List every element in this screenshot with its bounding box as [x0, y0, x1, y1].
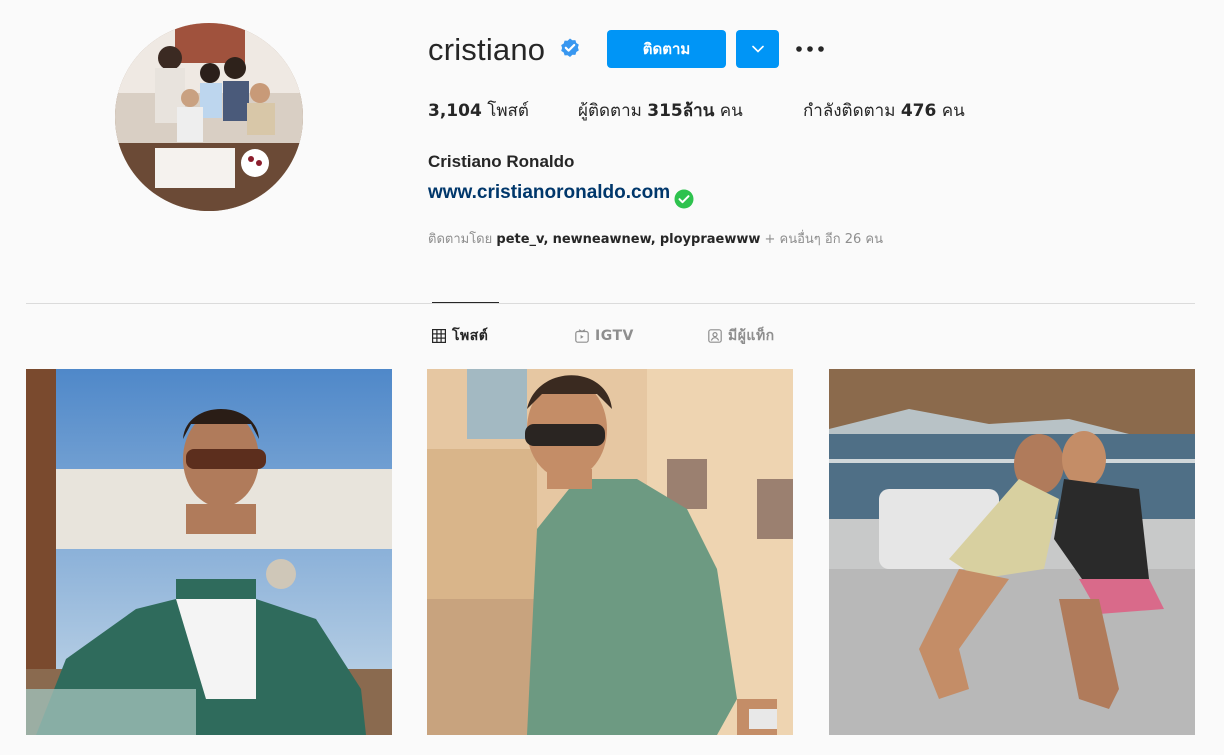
following-prefix: กำลังติดตาม: [803, 101, 896, 121]
posts-count: 3,104: [428, 101, 482, 121]
profile-username: cristiano: [428, 32, 546, 67]
grid-icon: [432, 329, 446, 343]
post-image: [427, 369, 793, 735]
followed-by-user: pete_v: [496, 232, 544, 247]
posts-stat: 3,104 โพสต์: [428, 99, 529, 123]
tab-igtv-label: IGTV: [595, 328, 634, 344]
suggested-accounts-button[interactable]: [736, 30, 779, 68]
tabs-divider: [26, 303, 1195, 304]
more-dots-icon: [796, 46, 824, 52]
more-options-button[interactable]: [794, 38, 826, 60]
followers-prefix: ผู้ติดตาม: [578, 101, 642, 121]
followed-by-user: ploypraewww: [659, 232, 761, 247]
post-thumbnail[interactable]: [427, 369, 793, 735]
tab-tagged-label: มีผู้แท็ก: [728, 328, 775, 344]
posts-label: โพสต์: [487, 101, 529, 121]
following-stat[interactable]: กำลังติดตาม 476 คน: [803, 99, 965, 123]
followers-suffix: คน: [719, 101, 743, 121]
followed-by-user: newneawnew: [552, 232, 651, 247]
verified-badge-icon: [561, 38, 579, 57]
chevron-down-icon: [751, 45, 764, 53]
following-suffix: คน: [941, 101, 965, 121]
followed-by-prefix: ติดตามโดย: [428, 232, 493, 247]
profile-website-link[interactable]: www.cristianoronaldo.com: [428, 180, 670, 206]
post-thumbnail[interactable]: [829, 369, 1195, 735]
tab-posts-label: โพสต์: [452, 328, 489, 344]
avatar-image: [115, 23, 303, 211]
post-image: [829, 369, 1195, 735]
profile-avatar[interactable]: [115, 23, 303, 211]
post-image: [26, 369, 392, 735]
tab-tagged[interactable]: มีผู้แท็ก: [708, 326, 775, 346]
followers-count: 315ล้าน: [647, 101, 715, 121]
followed-by-suffix: + คนอื่นๆ อีก 26 คน: [764, 232, 884, 247]
profile-full-name: Cristiano Ronaldo: [428, 152, 575, 171]
tab-igtv[interactable]: IGTV: [575, 326, 634, 346]
followed-by-text[interactable]: ติดตามโดย pete_v, newneawnew, ploypraeww…: [428, 230, 883, 250]
following-count: 476: [900, 101, 937, 121]
igtv-icon: [575, 329, 589, 343]
follow-button[interactable]: ติดตาม: [607, 30, 726, 68]
followers-stat[interactable]: ผู้ติดตาม 315ล้าน คน: [578, 99, 743, 123]
tagged-icon: [708, 329, 722, 343]
active-tab-indicator: [432, 302, 499, 303]
tab-posts[interactable]: โพสต์: [432, 326, 488, 346]
post-thumbnail[interactable]: [26, 369, 392, 735]
check-circle-icon: [674, 189, 694, 209]
